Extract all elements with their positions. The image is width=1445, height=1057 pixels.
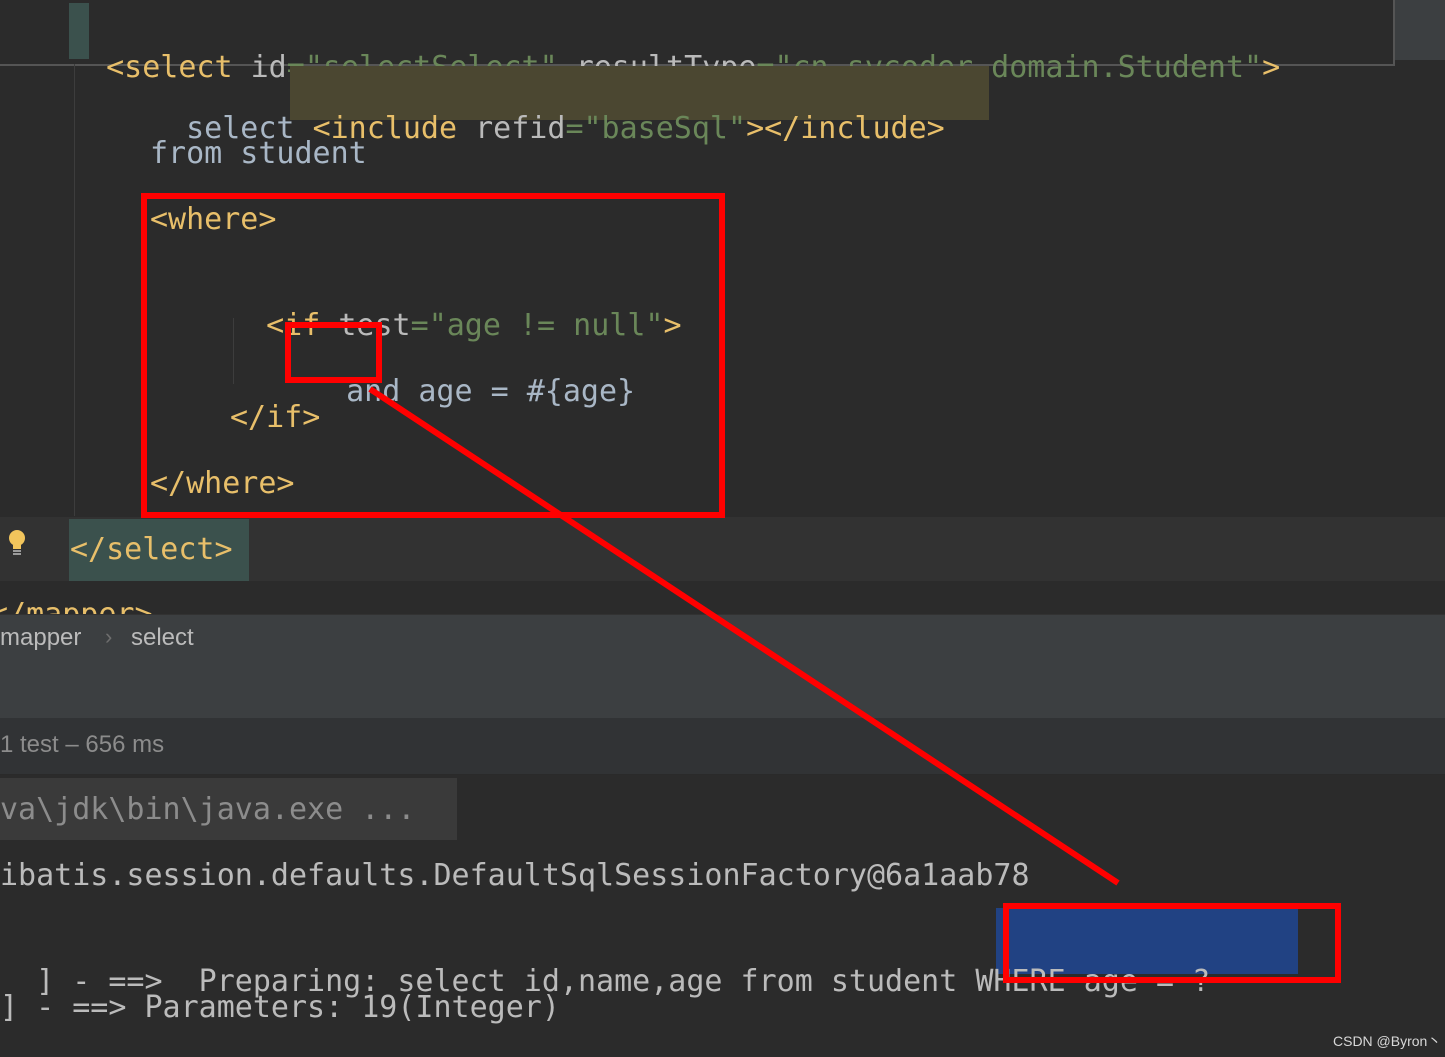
watermark: CSDN @Byron丶 (1333, 1033, 1442, 1049)
annotation-arrow (368, 386, 1120, 886)
